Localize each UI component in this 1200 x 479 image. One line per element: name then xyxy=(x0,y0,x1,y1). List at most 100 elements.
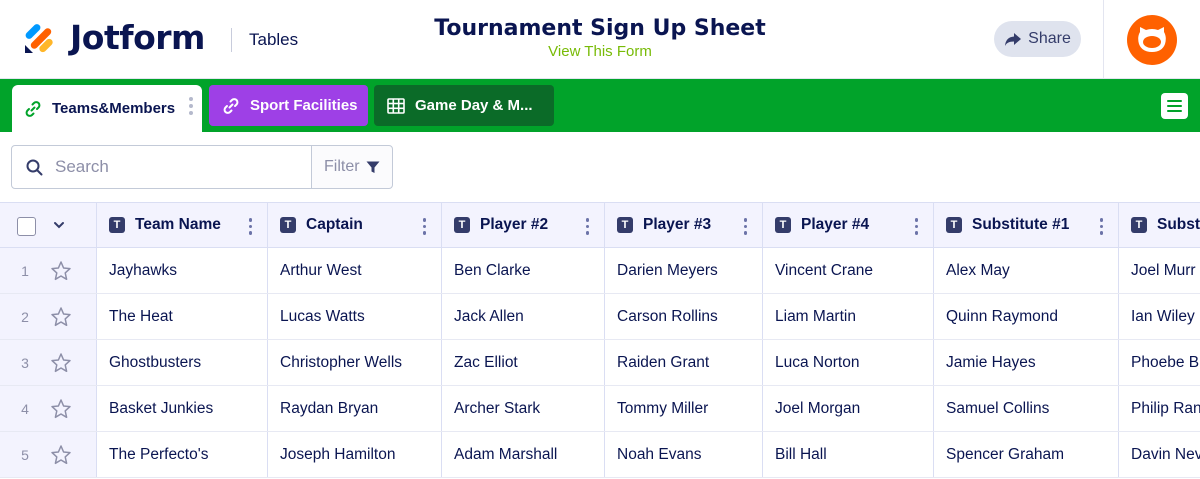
jotform-logo[interactable]: Jotform xyxy=(22,18,205,57)
table-cell[interactable]: Archer Stark xyxy=(442,386,605,431)
tab-label: Teams&Members xyxy=(52,100,176,117)
column-options-icon[interactable] xyxy=(248,218,252,235)
tab-game-day[interactable]: Game Day & M... xyxy=(374,85,554,126)
table-cell[interactable]: Christopher Wells xyxy=(268,340,442,385)
table-row[interactable]: 1 Jayhawks Arthur West Ben Clarke Darien Mey… xyxy=(0,248,1200,294)
table-row[interactable]: 4 Basket Junkies Raydan Bryan Archer Stark T… xyxy=(0,386,1200,432)
table-cell[interactable]: Tommy Miller xyxy=(605,386,763,431)
table-icon xyxy=(387,97,405,114)
row-index-cell: 3 xyxy=(0,340,97,385)
table-cell[interactable]: Darien Meyers xyxy=(605,248,763,293)
avatar[interactable] xyxy=(1127,15,1177,65)
tab-options-icon[interactable] xyxy=(189,97,193,115)
chevron-down-icon[interactable] xyxy=(52,218,66,232)
column-header-label: Substitute #1 xyxy=(972,216,1070,233)
user-avatar-icon xyxy=(1138,27,1166,52)
column-header[interactable]: T Subst xyxy=(1119,203,1200,247)
table-cell[interactable]: Lucas Watts xyxy=(268,294,442,339)
table-cell[interactable]: Ian Wiley xyxy=(1119,294,1200,339)
table-cell[interactable]: Ben Clarke xyxy=(442,248,605,293)
table-cell[interactable]: Davin Nev xyxy=(1119,432,1200,477)
table-cell[interactable]: Samuel Collins xyxy=(934,386,1119,431)
select-all-checkbox[interactable] xyxy=(17,217,36,236)
link-icon xyxy=(24,100,42,118)
section-label[interactable]: Tables xyxy=(249,30,298,50)
column-header-label: Player #2 xyxy=(480,216,549,233)
jotform-logo-icon xyxy=(22,20,58,56)
view-form-link[interactable]: View This Form xyxy=(400,43,800,60)
column-options-icon[interactable] xyxy=(422,218,426,235)
table-cell[interactable]: Adam Marshall xyxy=(442,432,605,477)
column-options-icon[interactable] xyxy=(914,218,918,235)
filter-button[interactable]: Filter xyxy=(311,145,393,189)
table-cell[interactable]: The Perfecto's xyxy=(97,432,268,477)
star-icon[interactable] xyxy=(50,444,72,466)
tab-teams-members[interactable]: Teams&Members xyxy=(12,85,202,132)
search-icon xyxy=(26,159,43,176)
menu-icon[interactable] xyxy=(1161,93,1188,119)
table-cell[interactable]: Phoebe B xyxy=(1119,340,1200,385)
table-cell[interactable]: Basket Junkies xyxy=(97,386,268,431)
text-type-icon: T xyxy=(109,217,125,233)
row-number: 4 xyxy=(21,401,29,417)
column-options-icon[interactable] xyxy=(743,218,747,235)
text-type-icon: T xyxy=(454,217,470,233)
table-cell[interactable]: Luca Norton xyxy=(763,340,934,385)
table-cell[interactable]: Vincent Crane xyxy=(763,248,934,293)
star-icon[interactable] xyxy=(50,398,72,420)
table-cell[interactable]: Arthur West xyxy=(268,248,442,293)
row-index-cell: 1 xyxy=(0,248,97,293)
table-cell[interactable]: Bill Hall xyxy=(763,432,934,477)
tab-sport-facilities[interactable]: Sport Facilities xyxy=(209,85,368,126)
column-header[interactable]: T Player #2 xyxy=(442,203,605,247)
text-type-icon: T xyxy=(775,217,791,233)
share-button[interactable]: Share xyxy=(994,21,1081,57)
table-row[interactable]: 2 The Heat Lucas Watts Jack Allen Carson Rol… xyxy=(0,294,1200,340)
table-header-row: T Team Name T Captain T Player #2 T Player #3 T P… xyxy=(0,202,1200,248)
table-cell[interactable]: Noah Evans xyxy=(605,432,763,477)
star-icon[interactable] xyxy=(50,306,72,328)
table-cell[interactable]: The Heat xyxy=(97,294,268,339)
share-label: Share xyxy=(1028,30,1071,47)
column-header-label: Subst xyxy=(1157,216,1200,233)
column-header[interactable]: T Substitute #1 xyxy=(934,203,1119,247)
table-cell[interactable]: Jamie Hayes xyxy=(934,340,1119,385)
table-row[interactable]: 3 Ghostbusters Christopher Wells Zac Elliot… xyxy=(0,340,1200,386)
table-cell[interactable]: Liam Martin xyxy=(763,294,934,339)
table-cell[interactable]: Spencer Graham xyxy=(934,432,1119,477)
table-row[interactable]: 5 The Perfecto's Joseph Hamilton Adam Marsh… xyxy=(0,432,1200,478)
brand-name: Jotform xyxy=(70,18,205,57)
form-title-block: Tournament Sign Up Sheet View This Form xyxy=(400,16,800,60)
data-table: T Team Name T Captain T Player #2 T Player #3 T P… xyxy=(0,202,1200,479)
row-number: 3 xyxy=(21,355,29,371)
table-cell[interactable]: Joseph Hamilton xyxy=(268,432,442,477)
table-cell[interactable]: Joel Morgan xyxy=(763,386,934,431)
table-cell[interactable]: Jayhawks xyxy=(97,248,268,293)
table-cell[interactable]: Carson Rollins xyxy=(605,294,763,339)
select-all-cell xyxy=(0,203,97,247)
column-header[interactable]: T Player #3 xyxy=(605,203,763,247)
column-header[interactable]: T Captain xyxy=(268,203,442,247)
table-cell[interactable]: Raydan Bryan xyxy=(268,386,442,431)
column-header[interactable]: T Team Name xyxy=(97,203,268,247)
table-cell[interactable]: Philip Ran xyxy=(1119,386,1200,431)
search-input[interactable] xyxy=(55,157,285,177)
table-cell[interactable]: Alex May xyxy=(934,248,1119,293)
column-header-label: Player #3 xyxy=(643,216,712,233)
table-cell[interactable]: Joel Murr xyxy=(1119,248,1200,293)
share-icon xyxy=(1005,32,1022,46)
filter-icon xyxy=(366,161,380,173)
table-cell[interactable]: Raiden Grant xyxy=(605,340,763,385)
table-tab-bar: Teams&Members Sport Facilities Game Day … xyxy=(0,79,1200,132)
table-cell[interactable]: Jack Allen xyxy=(442,294,605,339)
table-cell[interactable]: Ghostbusters xyxy=(97,340,268,385)
column-header[interactable]: T Player #4 xyxy=(763,203,934,247)
table-cell[interactable]: Quinn Raymond xyxy=(934,294,1119,339)
column-options-icon[interactable] xyxy=(585,218,589,235)
text-type-icon: T xyxy=(1131,217,1147,233)
star-icon[interactable] xyxy=(50,352,72,374)
row-index-cell: 4 xyxy=(0,386,97,431)
column-options-icon[interactable] xyxy=(1099,218,1103,235)
star-icon[interactable] xyxy=(50,260,72,282)
table-cell[interactable]: Zac Elliot xyxy=(442,340,605,385)
